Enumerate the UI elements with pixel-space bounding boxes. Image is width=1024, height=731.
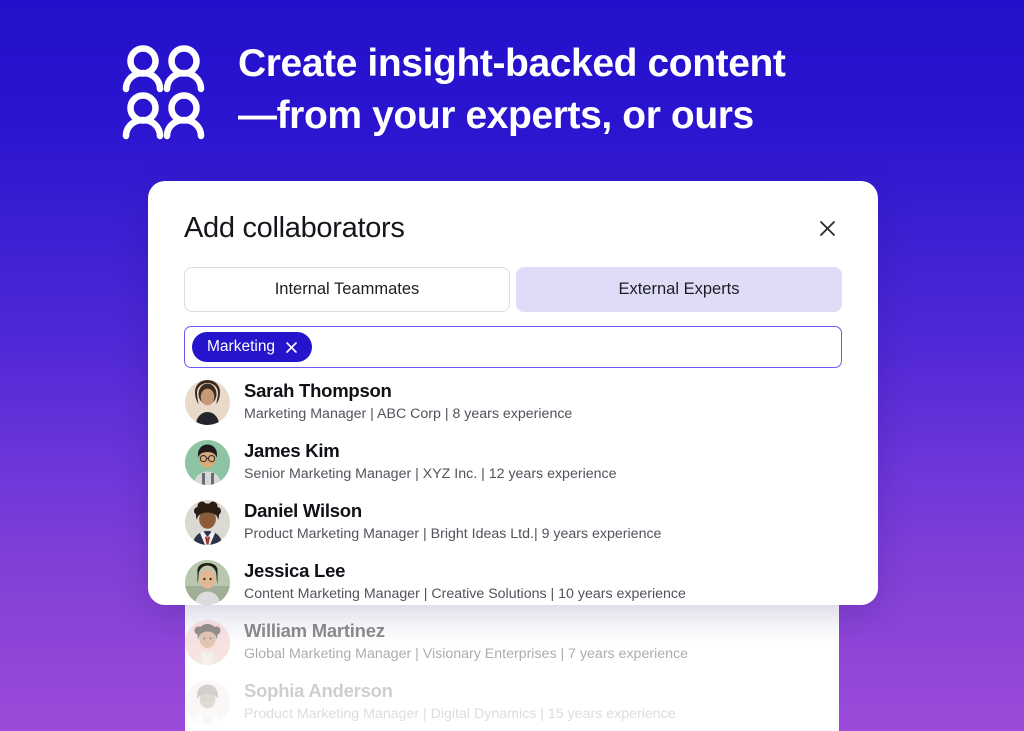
person-meta: Global Marketing Manager | Visionary Ent…: [244, 645, 688, 662]
person-name: Sarah Thompson: [244, 380, 392, 402]
list-item[interactable]: Daniel Wilson Product Marketing Manager …: [185, 492, 839, 552]
person-meta: Senior Marketing Manager | XYZ Inc. | 12…: [244, 465, 617, 482]
person-info: Sarah Thompson Marketing Manager | ABC C…: [244, 379, 572, 425]
person-meta: Product Marketing Manager | Bright Ideas…: [244, 525, 662, 542]
person-info: Daniel Wilson Product Marketing Manager …: [244, 499, 661, 545]
tab-internal-teammates[interactable]: Internal Teammates: [184, 267, 510, 312]
avatar: [185, 559, 230, 605]
person-info: James Kim Senior Marketing Manager | XYZ…: [244, 439, 616, 485]
list-item[interactable]: Jessica Lee Content Marketing Manager | …: [185, 552, 839, 612]
people-group-icon: [122, 44, 208, 142]
avatar: [185, 499, 230, 545]
modal-title: Add collaborators: [184, 212, 405, 244]
modal-header: Add collaborators: [148, 181, 878, 245]
search-input-wrapper[interactable]: Marketing: [184, 326, 842, 368]
person-info: William Martinez Global Marketing Manage…: [244, 619, 688, 665]
list-item[interactable]: William Martinez Global Marketing Manage…: [185, 612, 839, 672]
list-item[interactable]: Sophia Anderson Product Marketing Manage…: [185, 672, 839, 731]
person-info: Sophia Anderson Product Marketing Manage…: [244, 679, 676, 725]
collaborator-type-tabs: Internal Teammates External Experts: [148, 245, 878, 312]
person-name: William Martinez: [244, 620, 385, 642]
close-icon[interactable]: [812, 214, 842, 244]
search-input[interactable]: [312, 338, 834, 356]
person-name: Jessica Lee: [244, 560, 346, 582]
avatar: [185, 439, 230, 485]
close-icon[interactable]: [284, 340, 299, 355]
filter-chip-label: Marketing: [207, 338, 276, 355]
person-name: James Kim: [244, 440, 340, 462]
person-name: Sophia Anderson: [244, 680, 393, 702]
person-meta: Product Marketing Manager | Digital Dyna…: [244, 705, 676, 722]
person-info: Jessica Lee Content Marketing Manager | …: [244, 559, 686, 605]
avatar: [185, 679, 230, 725]
list-item[interactable]: James Kim Senior Marketing Manager | XYZ…: [185, 432, 839, 492]
hero: Create insight-backed content —from your…: [122, 38, 786, 143]
filter-chip-marketing[interactable]: Marketing: [192, 332, 313, 362]
tab-external-experts[interactable]: External Experts: [516, 267, 842, 312]
person-name: Daniel Wilson: [244, 500, 362, 522]
list-item[interactable]: Sarah Thompson Marketing Manager | ABC C…: [185, 372, 839, 432]
person-meta: Content Marketing Manager | Creative Sol…: [244, 585, 686, 602]
collaborator-results-list: Sarah Thompson Marketing Manager | ABC C…: [185, 372, 839, 731]
avatar: [185, 619, 230, 665]
person-meta: Marketing Manager | ABC Corp | 8 years e…: [244, 405, 573, 422]
avatar: [185, 379, 230, 425]
page-title: Create insight-backed content —from your…: [238, 42, 786, 138]
